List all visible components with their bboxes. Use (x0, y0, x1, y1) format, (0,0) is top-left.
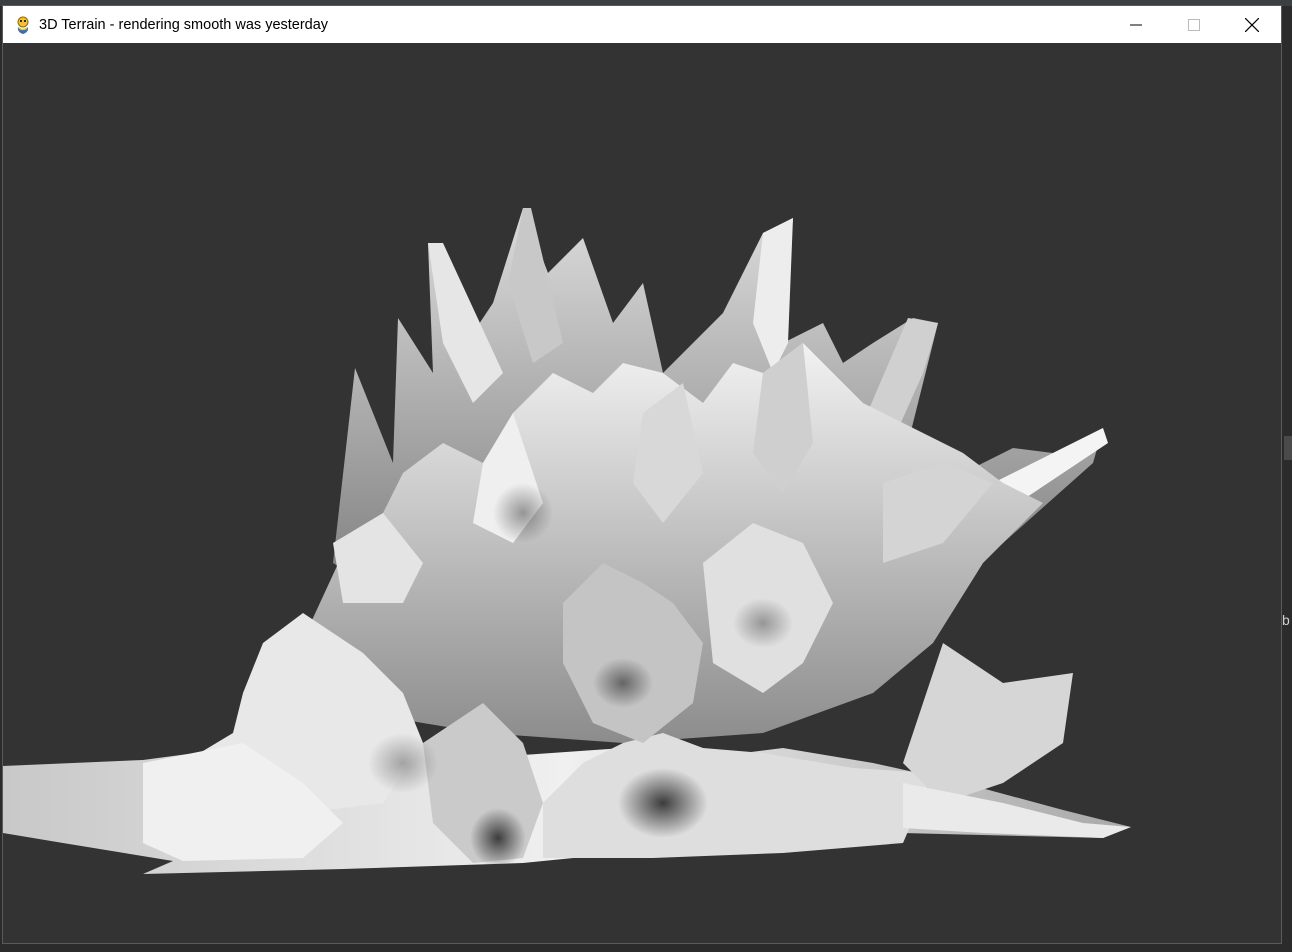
maximize-button[interactable] (1165, 6, 1223, 43)
maximize-icon (1188, 18, 1200, 31)
terrain-window: 3D Terrain - rendering smooth was yester… (2, 5, 1282, 944)
window-title: 3D Terrain - rendering smooth was yester… (39, 16, 329, 33)
minimize-button[interactable] (1107, 6, 1165, 43)
window-controls (1107, 6, 1281, 43)
background-app-edge: b (1282, 6, 1292, 952)
title-bar[interactable]: 3D Terrain - rendering smooth was yester… (3, 6, 1281, 43)
minimize-icon (1130, 24, 1142, 25)
terrain-render (3, 208, 1131, 874)
render-viewport[interactable] (3, 43, 1281, 943)
close-icon (1245, 17, 1259, 32)
close-button[interactable] (1223, 6, 1281, 43)
pygame-snake-icon (17, 16, 29, 34)
background-edge-text: b (1282, 612, 1290, 628)
background-scroll-mark (1284, 436, 1292, 460)
